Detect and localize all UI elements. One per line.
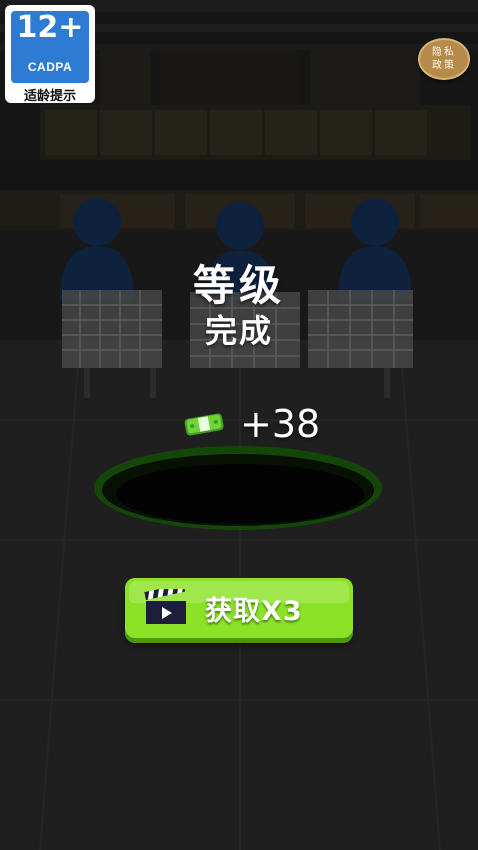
age-rating-badge: 12+ CADPA 适龄提示: [5, 5, 95, 103]
age-rating-number: 12+: [16, 10, 84, 45]
reward-amount: +38: [240, 402, 321, 446]
claim-x3-button[interactable]: 获取X3: [125, 578, 353, 638]
claim-x3-label: 获取X3: [205, 596, 303, 627]
age-rating-org: CADPA: [27, 60, 73, 74]
level-title: 等级: [192, 261, 285, 310]
clapperboard-icon: [144, 589, 186, 624]
reward-display: +38: [182, 400, 320, 448]
age-rating-hint: 适龄提示: [23, 89, 76, 103]
cash-icon: [184, 413, 224, 436]
privacy-policy-button[interactable]: 隐私政策: [418, 38, 470, 80]
privacy-policy-label: 隐私政策: [432, 47, 456, 71]
level-complete-text: 完成: [204, 312, 273, 350]
